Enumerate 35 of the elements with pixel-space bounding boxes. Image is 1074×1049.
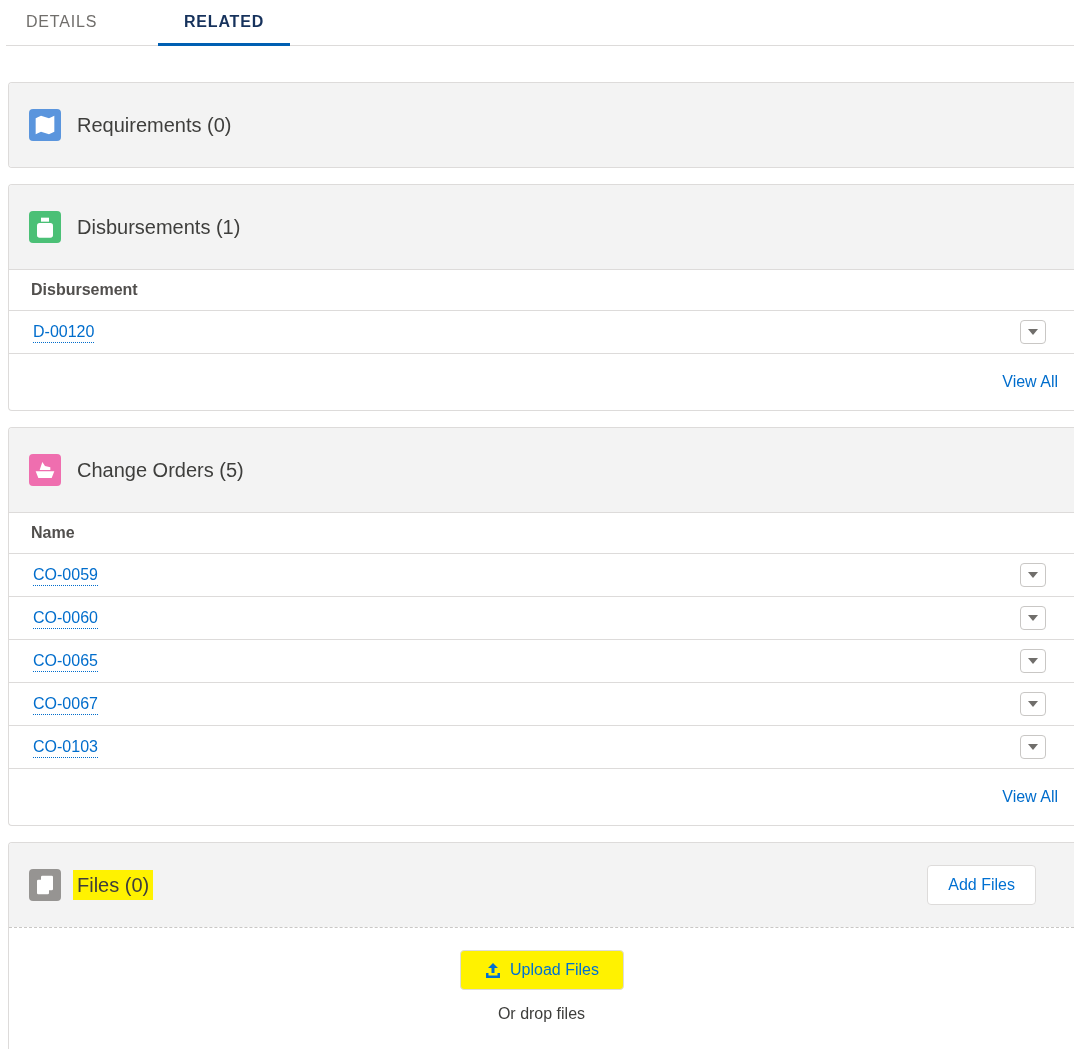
- row-actions-button[interactable]: [1020, 563, 1046, 587]
- record-link[interactable]: CO-0103: [33, 736, 98, 758]
- card-title[interactable]: Disbursements (1): [73, 212, 245, 242]
- upload-icon: [484, 961, 503, 979]
- record-link[interactable]: CO-0067: [33, 693, 98, 715]
- row-actions-button[interactable]: [1020, 606, 1046, 630]
- row-actions-button[interactable]: [1020, 649, 1046, 673]
- caret-icon: [1028, 744, 1038, 750]
- add-files-button[interactable]: Add Files: [927, 865, 1036, 905]
- caret-icon: [1028, 701, 1038, 707]
- drop-files-hint: Or drop files: [497, 1004, 586, 1024]
- record-link[interactable]: CO-0059: [33, 564, 98, 586]
- card-title[interactable]: Files (0): [73, 870, 154, 900]
- record-link[interactable]: CO-0060: [33, 607, 98, 629]
- view-all-link[interactable]: View All: [1002, 785, 1058, 809]
- row-actions-button[interactable]: [1020, 320, 1046, 344]
- view-all-link[interactable]: View All: [1002, 370, 1058, 394]
- caret-icon: [1028, 329, 1038, 335]
- record-link[interactable]: CO-0065: [33, 650, 98, 672]
- caret-icon: [1028, 615, 1038, 621]
- column-header: Name: [31, 523, 75, 543]
- ship-icon: [29, 454, 61, 486]
- tab[interactable]: RELATED: [158, 0, 290, 46]
- row-actions-button[interactable]: [1020, 735, 1046, 759]
- card-title[interactable]: Change Orders (5): [73, 455, 248, 485]
- caret-icon: [1028, 572, 1038, 578]
- map-icon: [29, 109, 61, 141]
- tab[interactable]: DETAILS: [6, 0, 158, 46]
- column-header: Disbursement: [31, 280, 138, 300]
- row-actions-button[interactable]: [1020, 692, 1046, 716]
- caret-icon: [1028, 658, 1038, 664]
- record-link[interactable]: D-00120: [33, 321, 95, 343]
- upload-files-button[interactable]: Upload Files: [459, 950, 624, 990]
- card-title[interactable]: Requirements (0): [73, 110, 236, 140]
- documents-icon: [29, 869, 61, 901]
